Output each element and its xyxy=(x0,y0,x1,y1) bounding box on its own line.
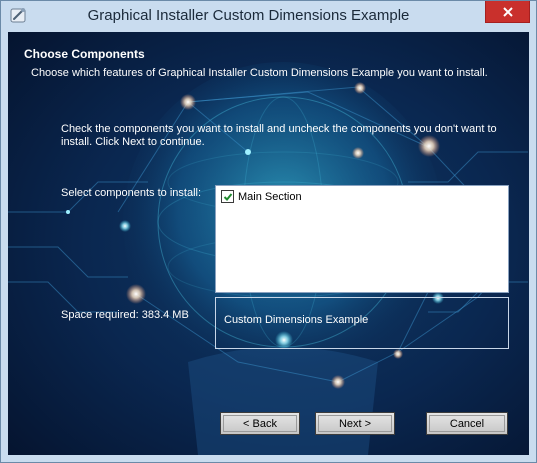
page-subtitle: Choose which features of Graphical Insta… xyxy=(31,67,488,79)
back-button[interactable]: < Back xyxy=(220,412,300,435)
page-title: Choose Components xyxy=(24,47,145,61)
component-label: Main Section xyxy=(238,190,302,203)
select-components-label: Select components to install: xyxy=(61,187,202,199)
component-checkbox[interactable] xyxy=(221,190,234,203)
close-icon xyxy=(502,6,513,17)
space-required-label: Space required: 383.4 MB xyxy=(61,309,189,321)
instructions-text: Check the components you want to install… xyxy=(61,123,497,148)
cancel-button-label: Cancel xyxy=(449,417,485,430)
checkmark-icon xyxy=(223,192,232,201)
components-list[interactable]: Main Section xyxy=(215,185,509,293)
component-item-main-section[interactable]: Main Section xyxy=(221,190,302,203)
close-button[interactable] xyxy=(485,1,530,23)
next-button-label: Next > xyxy=(338,417,372,430)
component-description: Custom Dimensions Example xyxy=(224,314,369,326)
installer-window: Graphical Installer Custom Dimensions Ex… xyxy=(0,0,537,463)
next-button[interactable]: Next > xyxy=(315,412,395,435)
cancel-button[interactable]: Cancel xyxy=(426,412,508,435)
installer-page: Choose Components Choose which features … xyxy=(8,32,529,455)
window-title: Graphical Installer Custom Dimensions Ex… xyxy=(87,7,410,24)
component-description-box: Custom Dimensions Example xyxy=(215,297,509,349)
back-button-label: < Back xyxy=(243,417,277,430)
title-bar[interactable]: Graphical Installer Custom Dimensions Ex… xyxy=(1,1,536,32)
